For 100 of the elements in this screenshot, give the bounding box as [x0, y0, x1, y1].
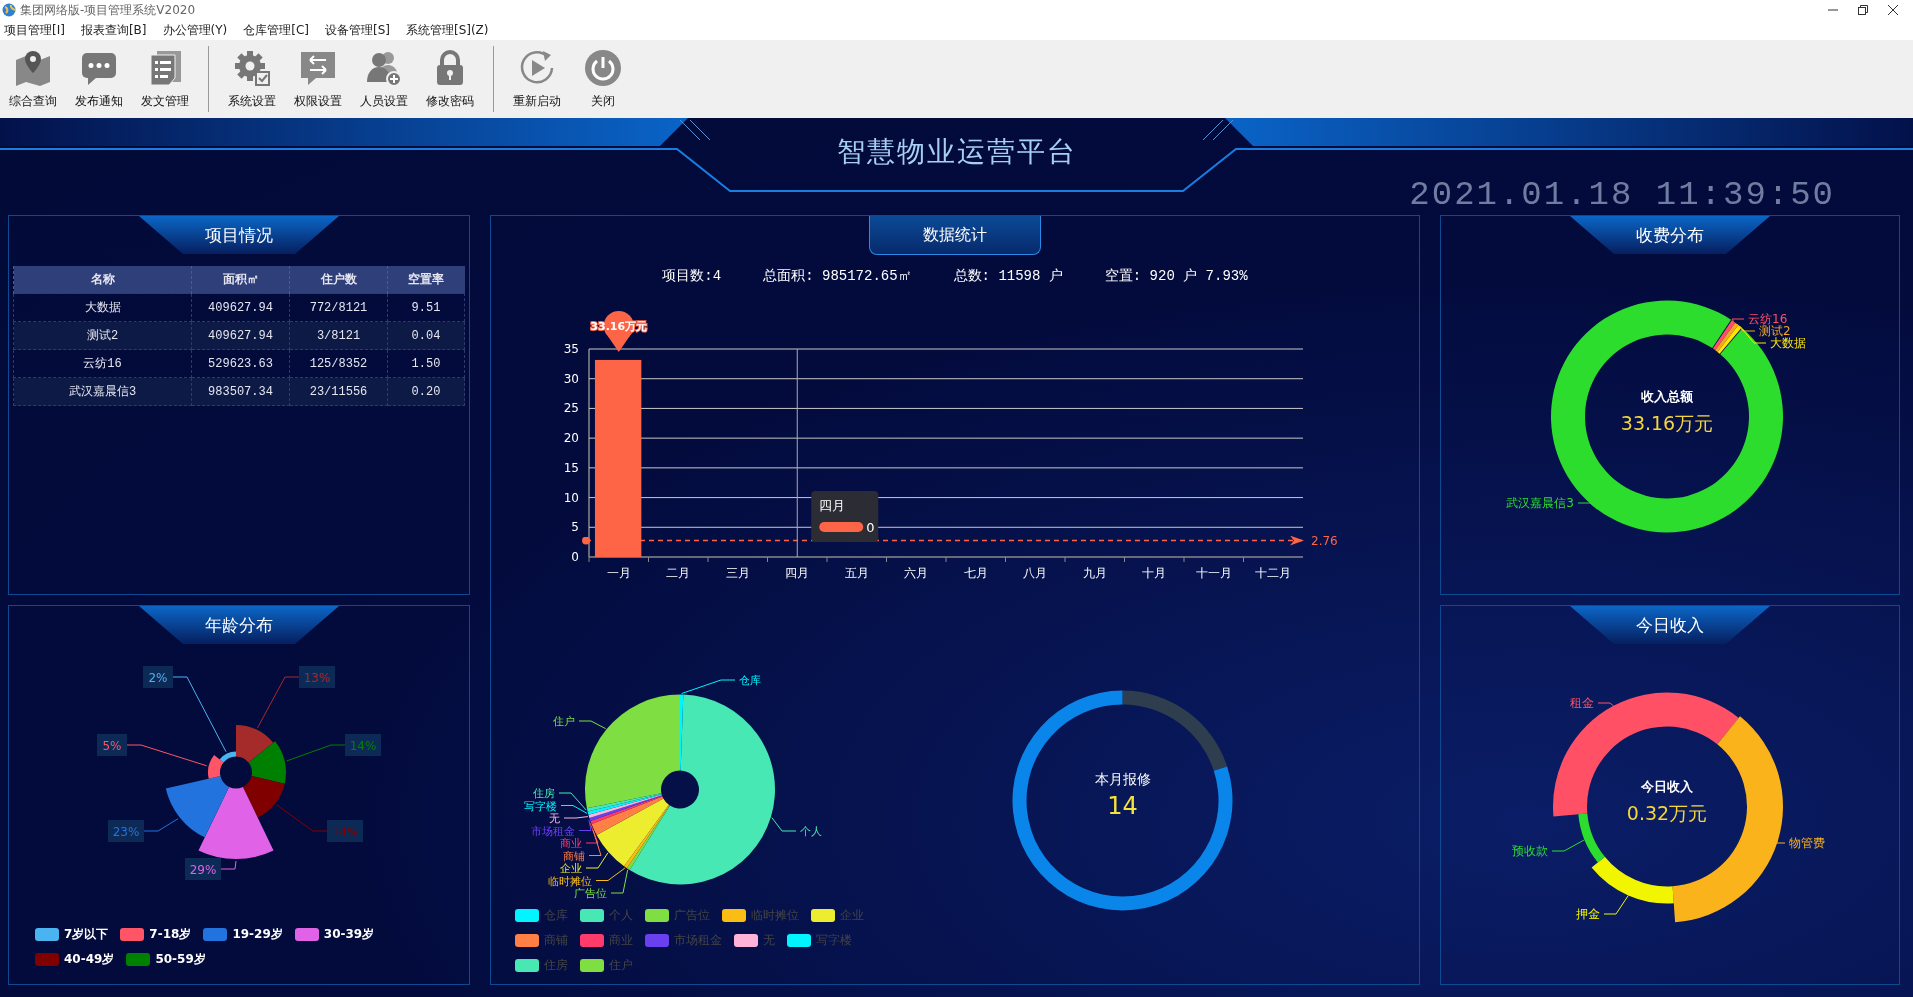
center-value: 33.16万元 — [1620, 411, 1714, 434]
legend-label[interactable]: 30-39岁 — [323, 926, 375, 943]
y-tick-label: 15 — [563, 460, 579, 475]
toolbar-button[interactable]: 系统设置 — [219, 40, 285, 118]
y-tick-label: 10 — [563, 490, 579, 505]
table-cell: 测试2 — [13, 321, 192, 350]
value-label: 2% — [143, 666, 173, 688]
menu-item[interactable]: 设备管理[S] — [320, 21, 394, 39]
leader-line — [771, 817, 797, 832]
bar[interactable] — [594, 359, 642, 557]
panel-title: 项目情况 — [139, 216, 339, 254]
toolbar-button[interactable]: 重新启动 — [504, 40, 570, 118]
slice-label: 云纺16 — [1748, 312, 1788, 326]
x-tick-label: 九月 — [1082, 566, 1107, 580]
value-label: 5% — [97, 734, 127, 756]
x-tick-label: 十月 — [1142, 566, 1167, 580]
center-label: 今日收入 — [1641, 778, 1693, 794]
slice-label: 市场租金 — [531, 824, 575, 838]
power-icon — [583, 48, 623, 88]
menu-item[interactable]: 办公管理(Y) — [158, 21, 232, 39]
legend-label[interactable]: 50-59岁 — [155, 951, 206, 968]
x-tick-label: 十二月 — [1255, 566, 1292, 580]
pie-slice[interactable] — [242, 776, 285, 818]
leader-line — [1597, 702, 1614, 707]
close-icon[interactable] — [1887, 4, 1899, 16]
x-tick-label: 五月 — [844, 566, 869, 580]
table-cell: 云纺16 — [13, 349, 192, 378]
pie-slice[interactable] — [165, 776, 230, 838]
legend-label[interactable]: 19-29岁 — [232, 926, 283, 943]
table-cell: 0.20 — [387, 377, 465, 406]
window-title: 集团网络版-项目管理系统V2020 — [20, 1, 196, 19]
y-tick-label: 25 — [563, 401, 579, 416]
ring-value: 14 — [1107, 791, 1138, 820]
x-tick-label: 六月 — [904, 566, 929, 580]
slice-label: 押金 — [1576, 907, 1600, 921]
leader-line — [1603, 894, 1629, 915]
value-label: 14% — [327, 820, 363, 842]
table-cell: 武汉嘉晨信3 — [13, 377, 192, 406]
table-cell: 772/8121 — [289, 293, 388, 322]
value-label: 14% — [345, 734, 381, 756]
table-cell: 1.50 — [387, 349, 465, 378]
column-header: 面积㎡ — [191, 266, 290, 294]
donut-slice[interactable] — [1591, 856, 1674, 904]
legend-label[interactable]: 40-49岁 — [64, 951, 115, 968]
panel-title: 今日收入 — [1570, 606, 1770, 644]
x-tick-label: 三月 — [725, 566, 750, 580]
globe-icon — [2, 3, 16, 17]
toolbar-button[interactable]: 发布通知 — [66, 40, 132, 118]
column-header: 住户数 — [289, 266, 388, 294]
toolbar-button[interactable]: 关闭 — [570, 40, 636, 118]
table-cell: 3/8121 — [289, 321, 388, 350]
pie-slice[interactable] — [208, 755, 224, 779]
slice-label: 住户 — [553, 715, 575, 728]
leader-line — [1551, 839, 1585, 852]
y-tick-label: 5 — [571, 520, 579, 535]
center-label: 收入总额 — [1641, 388, 1693, 404]
slice-label: 住房 — [533, 787, 555, 800]
ring-label: 本月报修 — [1094, 770, 1151, 787]
legend-label[interactable]: 7岁以下 — [64, 926, 109, 943]
column-header: 空置率 — [387, 266, 465, 294]
donut-slice[interactable] — [1578, 813, 1605, 863]
menu-item[interactable]: 报表查询[B] — [76, 21, 151, 39]
menu-item[interactable]: 仓库管理[C] — [239, 21, 313, 39]
slice-label: 大数据 — [1770, 336, 1806, 350]
legend-label[interactable]: 7-18岁 — [149, 926, 192, 943]
toolbar-button[interactable]: 综合查询 — [0, 40, 66, 118]
toolbar-button[interactable]: 人员设置 — [351, 40, 417, 118]
x-tick-label: 十一月 — [1195, 566, 1232, 580]
restore-icon[interactable] — [1857, 4, 1869, 16]
chart-tooltip: 四月 0 — [811, 491, 879, 542]
pie-slice[interactable] — [629, 694, 775, 885]
leader-line — [276, 804, 328, 832]
pie-slice[interactable] — [596, 798, 669, 867]
slice-label: 无 — [549, 812, 560, 825]
x-tick-label: 二月 — [666, 566, 691, 580]
table-cell: 23/11556 — [289, 377, 388, 406]
table-cell: 529623.63 — [191, 349, 290, 378]
x-tick-label: 八月 — [1023, 566, 1048, 580]
summary-stat: 项目数:4 — [662, 267, 722, 285]
clock: 2021.01.18 11:39:50 — [1409, 176, 1835, 214]
slice-label: 物管费 — [1789, 836, 1825, 850]
toolbar-button[interactable]: 修改密码 — [417, 40, 483, 118]
menu-item[interactable]: 系统管理[S](Z) — [401, 21, 493, 39]
toolbar-button[interactable]: 权限设置 — [285, 40, 351, 118]
x-tick-label: 四月 — [785, 566, 810, 580]
toolbar-button[interactable]: 发文管理 — [132, 40, 198, 118]
leader-line — [681, 679, 736, 694]
pie-slice[interactable] — [219, 751, 236, 763]
slice-label: 仓库 — [739, 674, 761, 687]
pie-slice[interactable] — [198, 786, 274, 859]
slice-label: 写字楼 — [524, 799, 557, 813]
summary-stat: 总面积: 985172.65㎡ — [763, 267, 912, 285]
panel-title: 年龄分布 — [139, 606, 339, 644]
pie-slice[interactable] — [585, 694, 680, 809]
table-cell: 大数据 — [13, 293, 192, 322]
menu-item[interactable]: 项目管理[I] — [0, 21, 69, 39]
summary-stat: 总数: 11598 户 — [953, 267, 1063, 285]
slice-label: 商铺 — [563, 849, 585, 863]
table-cell: 983507.34 — [191, 377, 290, 406]
slice-label: 租金 — [1570, 696, 1594, 710]
